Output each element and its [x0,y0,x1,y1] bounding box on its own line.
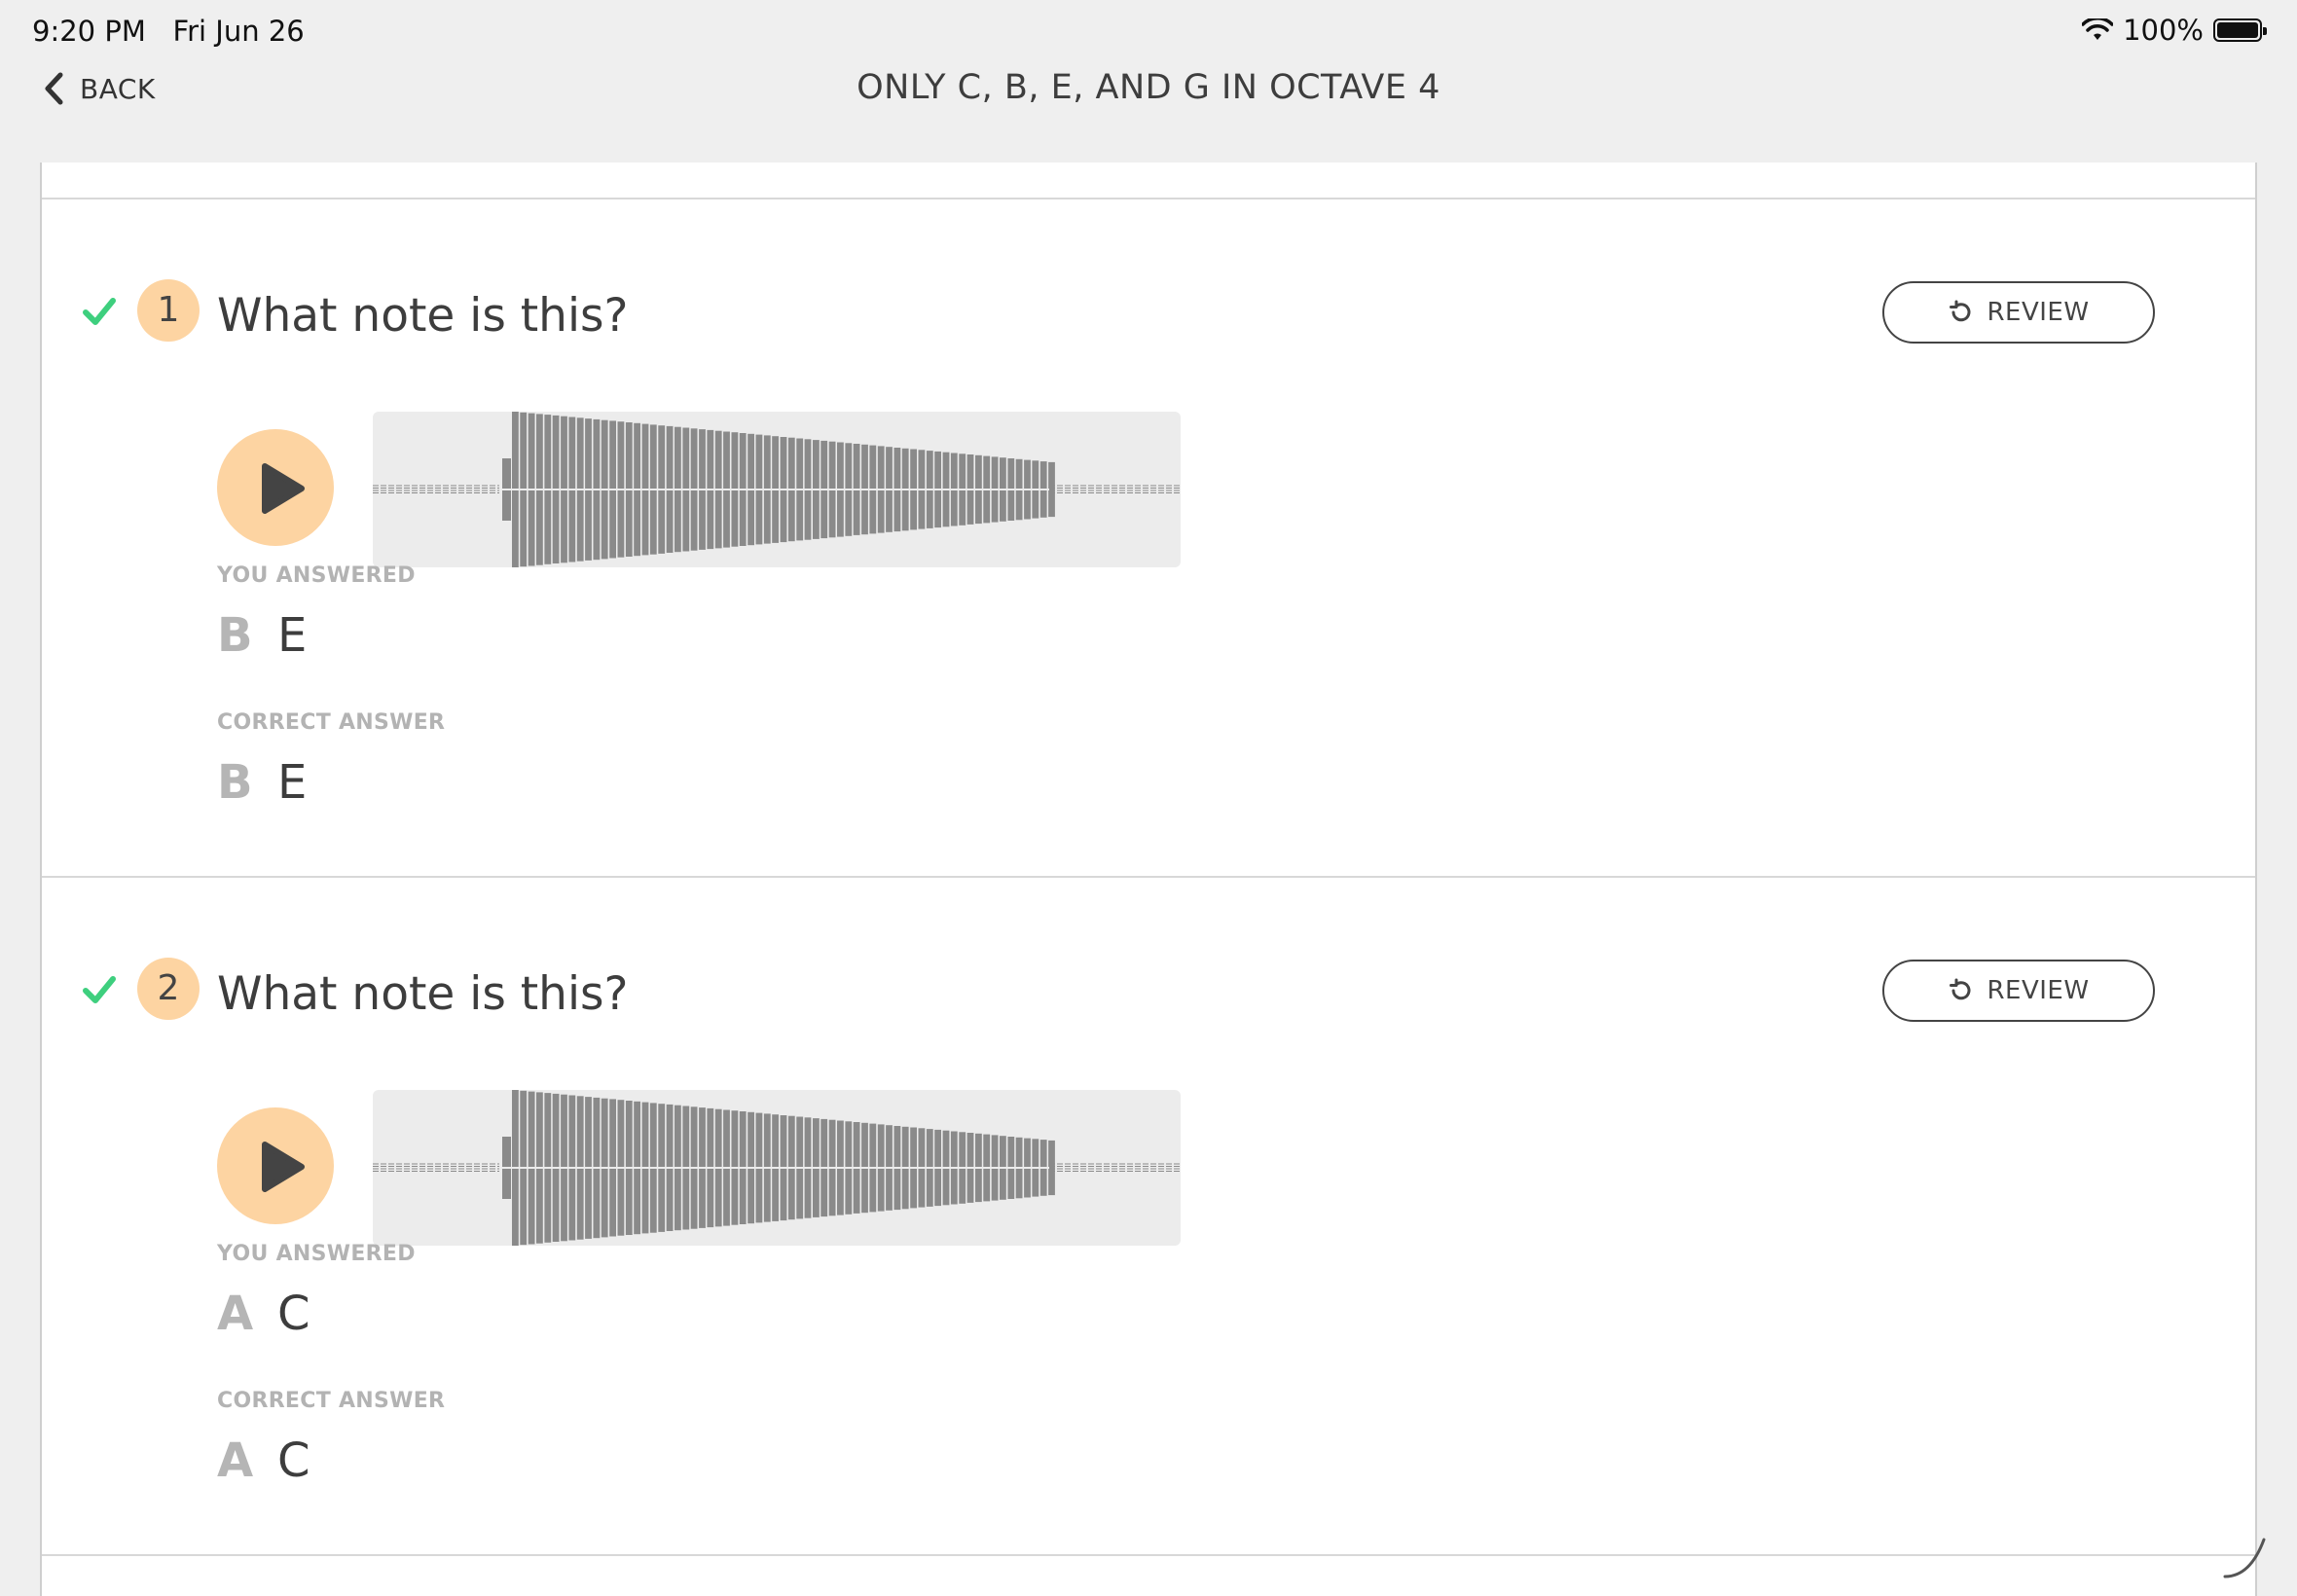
play-button[interactable] [217,1107,334,1224]
play-icon [262,1142,305,1192]
status-time: 9:20 PM Fri Jun 26 [32,15,305,48]
question-number-badge: 1 [137,279,200,342]
audio-waveform[interactable] [373,412,1181,567]
answer-note: C [277,1433,310,1488]
resize-handle-icon [2223,1538,2266,1578]
correct-answer-row: A C [217,1433,310,1488]
status-right: 100% [2082,14,2267,47]
replay-icon [1950,300,1971,322]
battery-icon [2213,18,2267,42]
correct-answer-label: CORRECT ANSWER [217,710,446,735]
answer-note: E [277,755,308,810]
question-prompt: What note is this? [217,967,629,1021]
correct-answer-label: CORRECT ANSWER [217,1389,446,1413]
replay-icon [1950,978,1971,1000]
results-list[interactable]: 1 What note is this? REVIEW YOU ANSWERED… [40,163,2257,1596]
you-answered-row: B E [217,608,307,663]
answer-option-letter: A [217,1433,254,1488]
waveform-graphic [373,1090,1181,1246]
play-icon [262,463,305,514]
audio-waveform[interactable] [373,1090,1181,1246]
play-button[interactable] [217,429,334,546]
question-prompt: What note is this? [217,289,629,343]
waveform-bar [1048,461,1055,518]
answer-option-letter: A [217,1287,254,1341]
answer-option-letter: B [217,755,253,810]
review-button[interactable]: REVIEW [1882,281,2155,344]
divider [42,1554,2255,1556]
review-button[interactable]: REVIEW [1882,960,2155,1022]
battery-percent: 100% [2123,14,2204,47]
wifi-icon [2082,18,2114,40]
checkmark-icon [83,298,116,325]
status-bar: 9:20 PM Fri Jun 26 100% [0,0,2297,60]
answer-option-letter: B [217,608,253,663]
review-label: REVIEW [1987,298,2090,327]
checkmark-icon [83,976,116,1003]
page-title: ONLY C, B, E, AND G IN OCTAVE 4 [857,68,1440,107]
nav-bar: BACK ONLY C, B, E, AND G IN OCTAVE 4 [0,60,2297,163]
you-answered-label: YOU ANSWERED [217,1242,416,1266]
answer-note: C [277,1287,310,1341]
you-answered-row: A C [217,1287,310,1341]
you-answered-label: YOU ANSWERED [217,563,416,588]
status-date-text: Fri Jun 26 [172,15,305,48]
waveform-bar [1048,1140,1055,1196]
correct-answer-row: B E [217,755,307,810]
answer-note: E [277,608,308,663]
waveform-graphic [373,412,1181,567]
question-card-2: 2 What note is this? REVIEW YOU ANSWERED… [42,878,2255,1556]
review-label: REVIEW [1987,976,2090,1005]
question-number-badge: 2 [137,958,200,1020]
status-time-text: 9:20 PM [32,15,146,48]
question-card-1: 1 What note is this? REVIEW YOU ANSWERED… [42,200,2255,878]
